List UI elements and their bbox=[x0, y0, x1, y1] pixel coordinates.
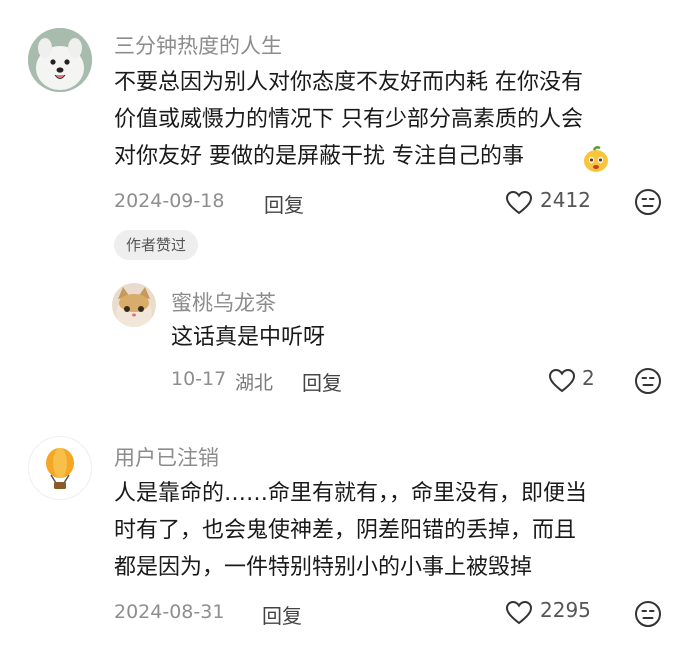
like-heart-icon[interactable] bbox=[548, 368, 576, 394]
comment-text-line: 对你友好 要做的是屏蔽干扰 专注自己的事 bbox=[114, 144, 524, 169]
like-count: 2412 bbox=[540, 188, 591, 212]
comment-text-line: 人是靠命的……命里有就有，，命里没有，即便当 bbox=[114, 481, 588, 506]
comment-date: 2024-09-18 bbox=[114, 190, 225, 212]
comment-text-line: 都是因为，一件特别特别小的小事上被毁掉 bbox=[114, 555, 533, 580]
dog-avatar-icon[interactable] bbox=[28, 28, 92, 92]
like-heart-icon[interactable] bbox=[505, 190, 533, 216]
reply-button[interactable]: 回复 bbox=[264, 189, 304, 218]
mango-emoji-icon bbox=[582, 145, 610, 173]
reply-location: 湖北 bbox=[235, 372, 274, 394]
comment-text-line: 不要总因为别人对你态度不友好而内耗 在你没有 bbox=[114, 70, 583, 95]
comment-username[interactable]: 用户已注销 bbox=[114, 442, 219, 472]
comment-text-line: 时有了，也会鬼使神差，阴差阳错的丢掉，而且 bbox=[114, 518, 577, 543]
cat-avatar-icon[interactable] bbox=[112, 283, 156, 327]
comment-3: 用户已注销 人是靠命的……命里有就有，，命里没有，即便当 时有了，也会鬼使神差，… bbox=[0, 430, 690, 651]
like-heart-icon[interactable] bbox=[505, 600, 533, 626]
like-count: 2 bbox=[582, 366, 595, 390]
dislike-face-icon[interactable] bbox=[634, 600, 662, 628]
reply-date: 10-17 bbox=[171, 368, 227, 390]
dislike-face-icon[interactable] bbox=[634, 188, 662, 216]
like-count: 2295 bbox=[540, 598, 591, 622]
reply-username[interactable]: 蜜桃乌龙茶 bbox=[171, 287, 276, 317]
comment-username[interactable]: 三分钟热度的人生 bbox=[114, 30, 282, 60]
reply-comment: 蜜桃乌龙茶 这话真是中听呀 10-17 湖北 回复 2 bbox=[0, 270, 690, 410]
dislike-face-icon[interactable] bbox=[634, 367, 662, 395]
comment-text-line: 价值或威慑力的情况下 只有少部分高素质的人会 bbox=[114, 107, 583, 132]
reply-button[interactable]: 回复 bbox=[262, 600, 302, 629]
reply-text-line: 这话真是中听呀 bbox=[171, 325, 326, 350]
reply-button[interactable]: 回复 bbox=[302, 367, 342, 396]
comment-date: 2024-08-31 bbox=[114, 601, 225, 623]
author-liked-badge: 作者赞过 bbox=[114, 230, 199, 260]
balloon-avatar-icon[interactable] bbox=[28, 436, 92, 500]
